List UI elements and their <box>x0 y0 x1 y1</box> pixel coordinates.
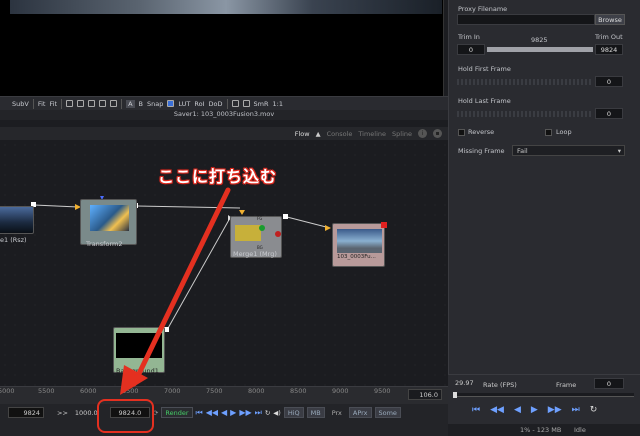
annotation-label: ここに打ち込む <box>158 167 278 186</box>
annotation-highlight-box <box>97 399 154 433</box>
annotation-arrow <box>120 187 231 395</box>
